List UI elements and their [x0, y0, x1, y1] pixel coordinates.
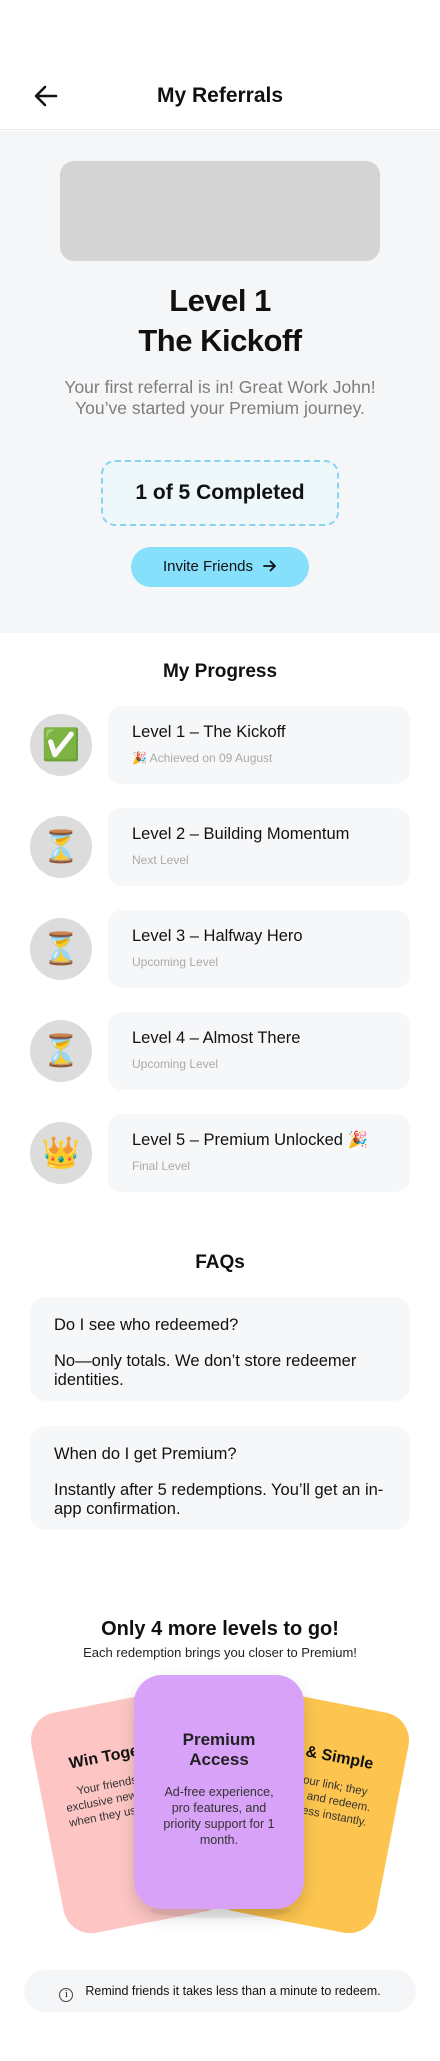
level-item[interactable]: 👑 Level 5 – Premium Unlocked 🎉 Final Lev… [30, 1114, 410, 1192]
level-title: Level 1 – The Kickoff [132, 723, 286, 741]
level-status: Next Level [132, 853, 189, 867]
level-status: Upcoming Level [132, 955, 219, 969]
level-card: Level 1 – The Kickoff 🎉 Achieved on 09 A… [108, 706, 410, 784]
card-title: Premium Access [182, 1730, 256, 1769]
level-title: Level 1 The Kickoff [0, 281, 440, 361]
benefit-card-premium-access: Premium Access Ad-free experience, pro f… [134, 1675, 304, 1909]
tip-text: Remind friends it takes less than a minu… [85, 1984, 381, 1998]
level-number: Level 1 [169, 283, 271, 318]
level-card: Level 5 – Premium Unlocked 🎉 Final Level [108, 1114, 410, 1192]
level-card: Level 3 – Halfway Hero Upcoming Level [108, 910, 410, 988]
level-status: 🎉 Achieved on 09 August [132, 751, 273, 765]
level-card: Level 2 – Building Momentum Next Level [108, 808, 410, 886]
progress-section-title: My Progress [162, 661, 278, 682]
level-item[interactable]: ✅ Level 1 – The Kickoff 🎉 Achieved on 09… [30, 706, 410, 784]
info-icon: i [59, 1988, 74, 2002]
faq-answer: No—only totals. We don’t store redeemer … [54, 1352, 357, 1389]
level-title: Level 2 – Building Momentum [132, 825, 350, 843]
faq-item[interactable]: Do I see who redeemed? No—only totals. W… [30, 1297, 410, 1401]
crown-icon: 👑 [30, 1122, 92, 1184]
card-description: Ad-free experience, pro features, and pr… [163, 1785, 275, 1847]
level-status: Final Level [132, 1159, 191, 1173]
level-title: Level 5 – Premium Unlocked 🎉 [132, 1131, 369, 1149]
invite-friends-label: Invite Friends [162, 558, 254, 575]
invite-friends-button[interactable]: Invite Friends [131, 547, 309, 587]
level-status: Upcoming Level [132, 1057, 219, 1071]
hero-description: Your first referral is in! Great Work Jo… [64, 377, 376, 418]
info-tip: i Remind friends it takes less than a min… [24, 1970, 416, 2012]
level-item[interactable]: ⏳ Level 3 – Halfway Hero Upcoming Level [30, 910, 410, 988]
cta-title: Only 4 more levels to go! [101, 1618, 339, 1640]
arrow-right-icon [263, 547, 277, 587]
faq-section-title: FAQs [195, 1252, 245, 1273]
level-card: Level 4 – Almost There Upcoming Level [108, 1012, 410, 1090]
level-item[interactable]: ⏳ Level 2 – Building Momentum Next Level [30, 808, 410, 886]
hourglass-icon: ⏳ [30, 1020, 92, 1082]
faq-question: When do I get Premium? [54, 1445, 237, 1463]
check-icon: ✅ [30, 714, 92, 776]
app-header: My Referrals [0, 0, 440, 130]
cta-subtitle: Each redemption brings you closer to Pre… [83, 1645, 357, 1660]
level-title: Level 4 – Almost There [132, 1029, 301, 1047]
hourglass-icon: ⏳ [30, 816, 92, 878]
level-title: Level 3 – Halfway Hero [132, 927, 303, 945]
faq-answer: Instantly after 5 redemptions. You’ll ge… [54, 1481, 384, 1518]
level-name: The Kickoff [138, 323, 302, 358]
progress-counter: 1 of 5 Completed [101, 460, 339, 526]
faq-item[interactable]: When do I get Premium? Instantly after 5… [30, 1426, 410, 1530]
level-item[interactable]: ⏳ Level 4 – Almost There Upcoming Level [30, 1012, 410, 1090]
hourglass-icon: ⏳ [30, 918, 92, 980]
hero-section: Level 1 The Kickoff Your first referral … [0, 131, 440, 633]
hero-image-placeholder [60, 161, 380, 261]
page-title: My Referrals [156, 84, 284, 107]
faq-question: Do I see who redeemed? [54, 1316, 239, 1334]
